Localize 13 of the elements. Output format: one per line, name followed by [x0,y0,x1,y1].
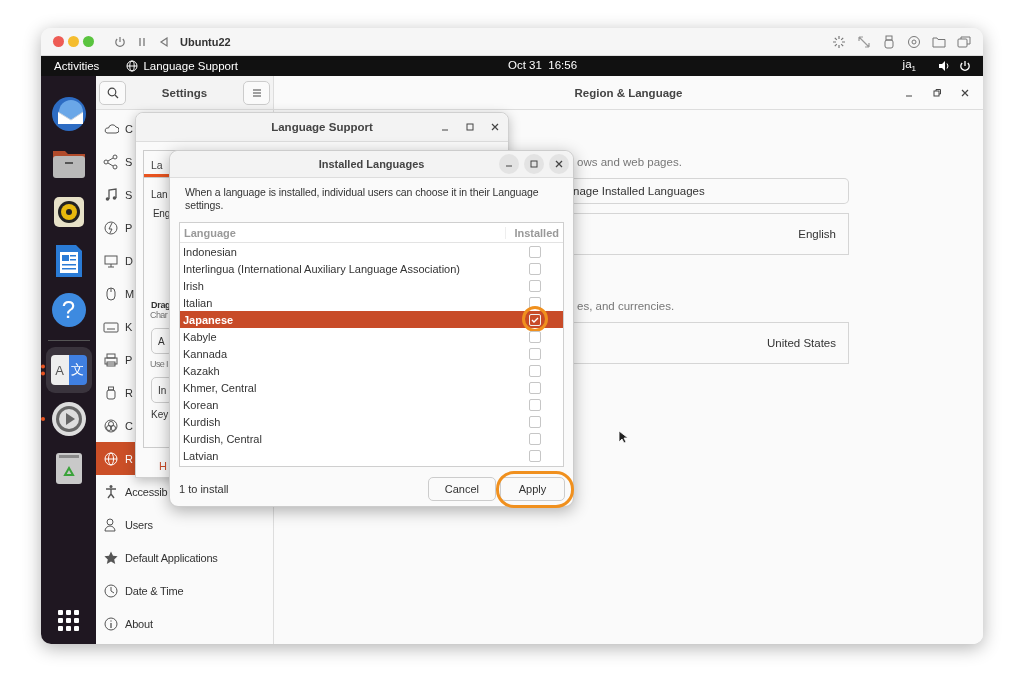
label: Lan [151,189,168,200]
page-title: Region & Language [574,86,683,99]
dialog-description: When a language is installed, individual users can choose it in their Language settings. [184,185,540,213]
label: Key [151,409,169,420]
section-description: es, and currencies. [576,299,676,314]
sidebar-title: Settings [161,86,208,99]
dialog-title: Installed Languages [318,158,425,170]
status-text: 1 to install [179,483,230,495]
section-description: ows and web pages. [576,155,683,170]
hint-text: Use I [150,359,168,369]
hint-text: Char [150,310,168,320]
window-title: Ubuntu22 [180,35,231,48]
window-title: Language Support [271,121,373,133]
